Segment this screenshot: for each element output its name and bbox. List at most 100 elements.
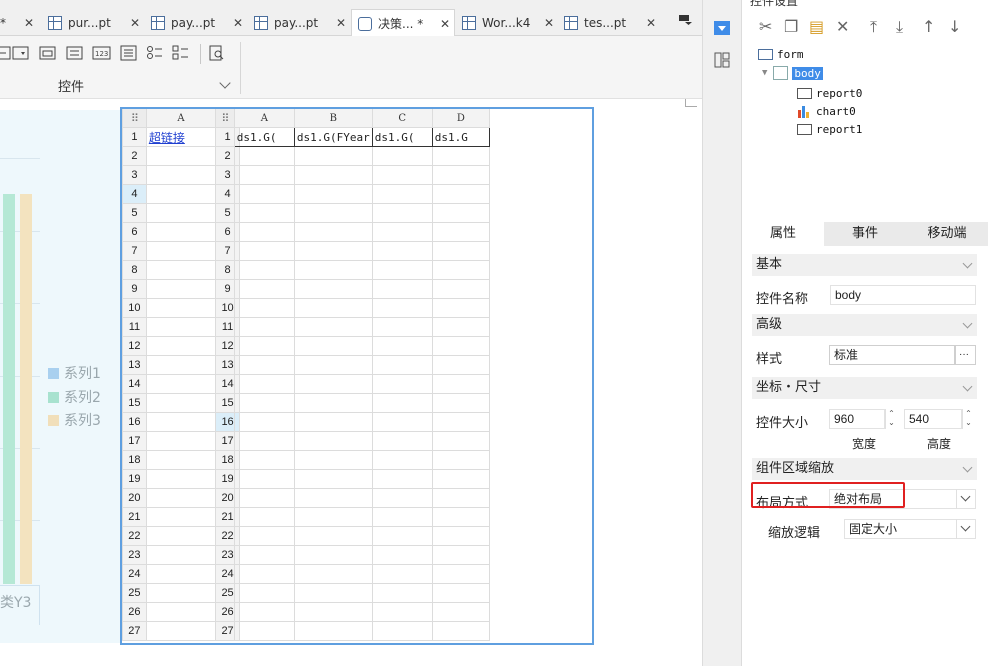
height-spin-buttons[interactable]: ⌃ ⌄: [962, 409, 974, 429]
row-number[interactable]: 18: [122, 450, 147, 470]
close-icon[interactable]: ✕: [130, 16, 140, 30]
tab-4[interactable]: 决策... * ✕: [351, 9, 455, 37]
row-number[interactable]: 19: [122, 469, 147, 489]
hyperlink-cell[interactable]: 超链接: [149, 131, 185, 145]
row-number[interactable]: 9: [122, 279, 147, 299]
grid-cell[interactable]: [293, 241, 373, 261]
grid-cell[interactable]: [371, 393, 433, 413]
grid-cell[interactable]: [233, 374, 295, 394]
grid-cell[interactable]: [431, 431, 490, 451]
grid-cell[interactable]: [145, 431, 217, 451]
column-header[interactable]: A: [233, 108, 295, 128]
tab-3[interactable]: pay...pt ✕: [248, 10, 350, 36]
grid-cell[interactable]: [145, 564, 217, 584]
grid-cell[interactable]: 超链接: [145, 127, 217, 147]
grid-cell[interactable]: [431, 393, 490, 413]
close-icon[interactable]: ✕: [24, 16, 34, 30]
tab-1[interactable]: pur...pt ✕: [42, 10, 144, 36]
cut-icon[interactable]: ✂: [759, 17, 772, 36]
section-advanced[interactable]: 高级: [752, 314, 977, 336]
number-widget-icon[interactable]: 123: [92, 45, 112, 61]
tab-0[interactable]: * ✕: [0, 10, 38, 36]
grid-cell[interactable]: [371, 203, 433, 223]
grid-cell[interactable]: [431, 621, 490, 641]
move-down-icon[interactable]: ↓: [948, 17, 961, 36]
grid-cell[interactable]: [371, 374, 433, 394]
grid-cell[interactable]: [145, 279, 217, 299]
grid-cell[interactable]: [431, 355, 490, 375]
grid-cell[interactable]: [293, 355, 373, 375]
row-number[interactable]: 7: [122, 241, 147, 261]
row-number[interactable]: 27: [122, 621, 147, 641]
row-number[interactable]: 24: [122, 564, 147, 584]
grid-cell[interactable]: [233, 488, 295, 508]
grid-cell[interactable]: ds1.G(: [233, 127, 295, 147]
tree-expand-icon[interactable]: ▼: [762, 68, 767, 78]
grid-cell[interactable]: [233, 450, 295, 470]
list-widget-icon[interactable]: [66, 45, 84, 61]
grid-cell[interactable]: [431, 412, 490, 432]
grid-cell[interactable]: [233, 279, 295, 299]
grid-cell[interactable]: [293, 279, 373, 299]
grid-cell[interactable]: [431, 146, 490, 166]
grid-cell[interactable]: [293, 469, 373, 489]
grid-cell[interactable]: [293, 374, 373, 394]
grid-cell[interactable]: [233, 241, 295, 261]
grid-cell[interactable]: [145, 450, 217, 470]
grid-cell[interactable]: [293, 146, 373, 166]
grid-cell[interactable]: [431, 583, 490, 603]
grid-cell[interactable]: [431, 317, 490, 337]
grid-cell[interactable]: [371, 488, 433, 508]
tree-node-chart0[interactable]: chart0: [797, 104, 856, 118]
row-number[interactable]: 13: [122, 355, 147, 375]
grid-cell[interactable]: [371, 621, 433, 641]
grid-cell[interactable]: [431, 336, 490, 356]
grid-cell[interactable]: [233, 203, 295, 223]
text-area-widget-icon[interactable]: [120, 45, 138, 61]
grid-cell[interactable]: [233, 507, 295, 527]
grid-cell[interactable]: [293, 393, 373, 413]
grid-cell[interactable]: [145, 621, 217, 641]
row-number[interactable]: 5: [122, 203, 147, 223]
textbox-widget-icon[interactable]: [0, 45, 12, 61]
row-number[interactable]: 14: [122, 374, 147, 394]
tab-events[interactable]: 事件: [824, 222, 906, 246]
grid-cell[interactable]: [233, 184, 295, 204]
grid-cell[interactable]: [371, 260, 433, 280]
grid-cell[interactable]: [431, 203, 490, 223]
close-icon[interactable]: ✕: [544, 16, 554, 30]
tree-node-form[interactable]: form: [758, 48, 804, 61]
grid-cell[interactable]: [233, 412, 295, 432]
chevron-down-icon[interactable]: [219, 77, 231, 89]
grid-cell[interactable]: [293, 526, 373, 546]
grid-cell[interactable]: [293, 336, 373, 356]
tab-properties[interactable]: 属性: [742, 222, 824, 246]
move-to-bottom-icon[interactable]: ⤓: [896, 17, 903, 37]
chevron-down-icon[interactable]: [956, 489, 974, 509]
chart0-widget[interactable]: 系列1 系列2 系列3 类Y3: [0, 110, 121, 643]
grid-cell[interactable]: [371, 564, 433, 584]
tree-node-report1[interactable]: report1: [797, 123, 862, 136]
section-coords-size[interactable]: 坐标・尺寸: [752, 377, 977, 399]
grid-cell[interactable]: [293, 488, 373, 508]
grid-cell[interactable]: [145, 488, 217, 508]
grid-cell[interactable]: [233, 621, 295, 641]
close-icon[interactable]: ✕: [336, 16, 346, 30]
grid-cell[interactable]: [293, 412, 373, 432]
grid-cell[interactable]: [233, 317, 295, 337]
grid-cell[interactable]: [145, 146, 217, 166]
grid-cell[interactable]: [371, 469, 433, 489]
grid-cell[interactable]: [431, 564, 490, 584]
grid-cell[interactable]: [233, 260, 295, 280]
grid-cell[interactable]: [145, 222, 217, 242]
grid-cell[interactable]: [293, 545, 373, 565]
grid-cell[interactable]: [431, 222, 490, 242]
tree-node-body[interactable]: ▼ body: [762, 66, 823, 80]
copy-icon[interactable]: ❐: [784, 17, 798, 36]
grid-cell[interactable]: [431, 545, 490, 565]
close-icon[interactable]: ✕: [646, 16, 656, 30]
delete-icon[interactable]: ✕: [836, 17, 849, 36]
grid-cell[interactable]: [431, 450, 490, 470]
grid-corner[interactable]: ⠿: [215, 108, 235, 128]
grid-cell[interactable]: [371, 507, 433, 527]
